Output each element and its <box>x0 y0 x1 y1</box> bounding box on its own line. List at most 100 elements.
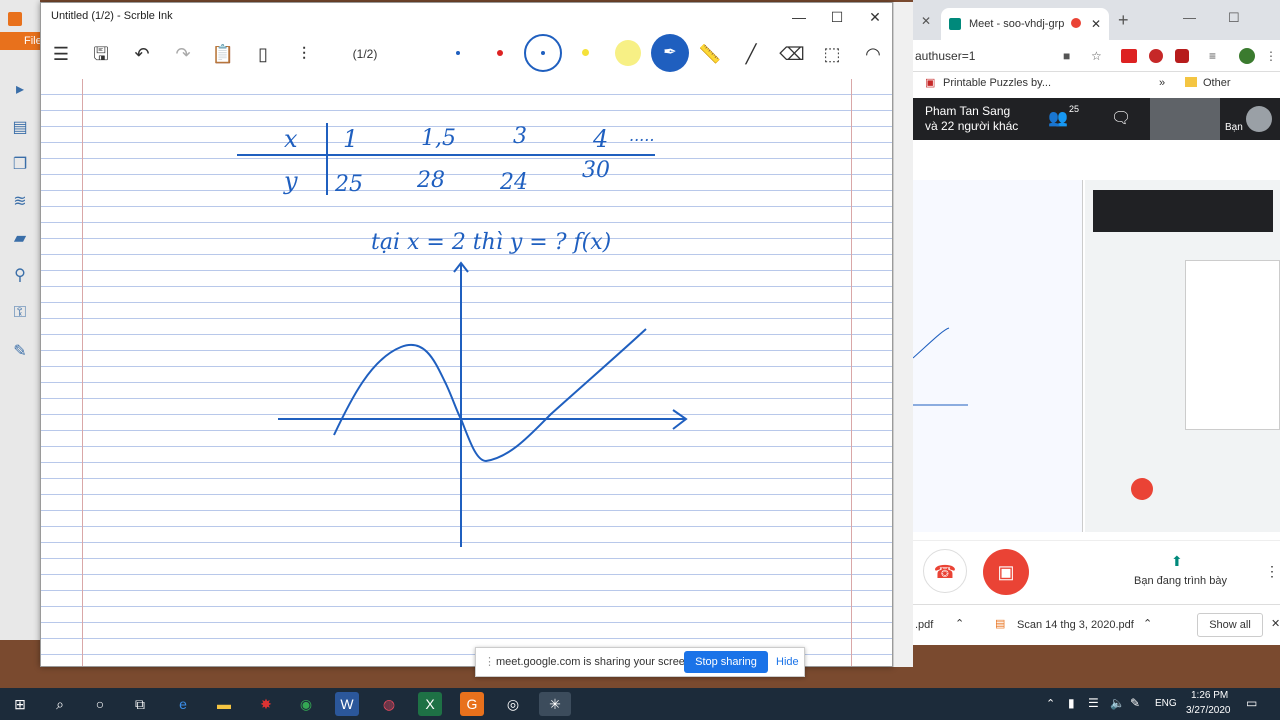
view-icon[interactable]: ◠ <box>858 39 888 69</box>
url-text: authuser=1 <box>915 49 976 63</box>
eraser-icon[interactable]: ⌫ <box>777 39 807 69</box>
clock-time[interactable]: 1:26 PM <box>1191 690 1228 701</box>
edge-icon[interactable]: e <box>171 692 195 716</box>
document-icon[interactable]: ▤ <box>10 118 30 138</box>
maximize-button[interactable]: ☐ <box>819 6 855 28</box>
y-value-2: 28 <box>416 168 445 193</box>
sign-icon[interactable]: ✎ <box>10 342 30 362</box>
app-circle-icon[interactable]: ◎ <box>501 692 525 716</box>
foxit-icon[interactable]: G <box>460 692 484 716</box>
pen-tool-icon[interactable]: ✒ <box>651 34 689 72</box>
tab-close-icon[interactable]: ✕ <box>1091 8 1101 40</box>
page-icon[interactable]: ▯ <box>248 39 278 69</box>
cortana-icon[interactable]: ○ <box>88 692 112 716</box>
chat-icon[interactable]: 🗨 <box>1111 108 1131 128</box>
bookmark-printable-puzzles[interactable]: Printable Puzzles by... <box>943 72 1051 94</box>
pen-size-small[interactable] <box>456 51 460 55</box>
menu-dots-icon[interactable]: ⋮ <box>1265 40 1277 72</box>
playlist-icon[interactable]: ≡ <box>1209 40 1216 72</box>
notebook-page[interactable]: x y 1 1,5 3 4 ..... 25 28 24 30 tại x = … <box>41 79 892 666</box>
attachment-icon[interactable]: ⚲ <box>10 266 30 286</box>
chevron-up-icon[interactable]: ⌃ <box>955 617 964 630</box>
new-tab-icon[interactable]: + <box>1118 10 1129 31</box>
camera-off-icon[interactable]: ▣ <box>983 549 1029 595</box>
notifications-icon[interactable]: ▭ <box>1246 696 1257 710</box>
arrow-right-icon[interactable]: ▸ <box>10 80 30 100</box>
download-item-1[interactable]: .pdf <box>915 619 933 631</box>
question-text: tại x = 2 thì y = ? f(x) <box>371 230 611 255</box>
tab-title: Meet - soo-vhdj-grp <box>969 18 1065 30</box>
maximize-icon[interactable]: ☐ <box>1228 10 1240 26</box>
network-icon[interactable]: ☰ <box>1088 696 1099 710</box>
clipboard-icon[interactable]: 📋 <box>208 39 238 69</box>
layers-icon[interactable]: ≋ <box>10 192 30 212</box>
selection-icon[interactable]: ⬚ <box>817 39 847 69</box>
menu-icon[interactable]: ☰ <box>46 39 76 69</box>
show-all-button[interactable]: Show all <box>1197 613 1263 637</box>
people-icon[interactable]: 👥 <box>1048 108 1068 128</box>
meet-top-bar: Pham Tan Sang và 22 người khác 👥 25 🗨 Bạ… <box>913 98 1280 140</box>
pen-color-red[interactable] <box>497 50 503 56</box>
minimize-button[interactable]: — <box>781 6 817 28</box>
bookmarks-bar: ▣ Printable Puzzles by... » Other bookma… <box>913 72 1280 111</box>
pen-color-yellow[interactable] <box>582 49 589 56</box>
word-icon[interactable]: W <box>335 692 359 716</box>
pen-icon[interactable]: ✎ <box>1130 696 1140 710</box>
profile-avatar[interactable] <box>1239 48 1255 64</box>
undo-icon[interactable]: ↶ <box>127 39 157 69</box>
lock-icon[interactable]: ⚿ <box>10 303 30 323</box>
language-indicator[interactable]: ENG <box>1155 698 1177 709</box>
download-item-2[interactable]: Scan 14 thg 3, 2020.pdf <box>1017 619 1134 631</box>
x-value-1: 1 <box>343 125 358 153</box>
participant-count: 25 <box>1069 104 1080 114</box>
volume-icon[interactable]: 🔈 <box>1110 696 1125 710</box>
ruler-icon[interactable]: 📏 <box>695 39 725 69</box>
file-menu[interactable]: File <box>0 32 42 50</box>
highlighter-yellow[interactable] <box>615 40 641 66</box>
stop-sharing-button[interactable]: Stop sharing <box>684 651 768 673</box>
handwriting-canvas: x y 1 1,5 3 4 ..... 25 28 24 30 tại x = … <box>237 123 688 547</box>
comment-icon[interactable]: ▰ <box>10 229 30 249</box>
hang-up-icon[interactable]: ☎ <box>923 549 967 593</box>
tray-chevron-icon[interactable]: ⌃ <box>1046 697 1055 710</box>
search-icon[interactable]: ⌕ <box>48 692 72 716</box>
close-button[interactable]: ✕ <box>857 6 893 28</box>
camera-icon[interactable]: ■ <box>1063 40 1070 72</box>
avatar <box>1246 106 1272 132</box>
self-view-tile[interactable] <box>1150 98 1220 140</box>
save-icon[interactable]: 🖫 <box>86 39 116 69</box>
tab-meet[interactable]: Meet - soo-vhdj-grp ✕ <box>941 8 1109 40</box>
excel-icon[interactable]: X <box>418 692 442 716</box>
zalo-icon[interactable]: ◍ <box>377 692 401 716</box>
app-red-icon[interactable]: ✸ <box>254 692 278 716</box>
scrble-ink-taskbar-icon[interactable]: ✳ <box>539 692 571 716</box>
line-icon[interactable]: ╱ <box>736 39 766 69</box>
recording-icon <box>1071 18 1081 28</box>
present-icon[interactable]: ⬆ <box>1171 553 1183 570</box>
usb-icon[interactable]: ▮ <box>1068 696 1075 710</box>
clock-date[interactable]: 3/27/2020 <box>1186 705 1231 716</box>
close-tab-icon[interactable]: ✕ <box>921 14 931 28</box>
copy-icon[interactable]: ❐ <box>10 155 30 175</box>
minimize-icon[interactable]: — <box>1183 10 1196 25</box>
hide-button[interactable]: Hide <box>776 656 799 668</box>
vertical-scrollbar[interactable] <box>893 2 913 667</box>
extension-shield-icon[interactable] <box>1175 49 1189 63</box>
task-view-icon[interactable]: ⧉ <box>128 692 152 716</box>
more-options-icon[interactable]: ⋮ <box>1265 563 1279 580</box>
redo-icon[interactable]: ↷ <box>168 39 198 69</box>
chrome-icon[interactable]: ◉ <box>294 692 318 716</box>
extension-gmail-icon[interactable] <box>1121 49 1137 63</box>
downloads-bar: .pdf ⌃ ▤ Scan 14 thg 3, 2020.pdf ⌃ Show … <box>913 604 1280 645</box>
star-icon[interactable]: ☆ <box>1091 40 1102 72</box>
windows-start-icon[interactable]: ⊞ <box>8 692 32 716</box>
bookmarks-more[interactable]: » <box>1159 72 1165 94</box>
settings-sliders-icon[interactable]: ⫶ <box>289 39 319 69</box>
drag-handle-icon[interactable]: ⋮ <box>484 655 495 668</box>
chevron-up-icon[interactable]: ⌃ <box>1143 617 1152 630</box>
file-explorer-icon[interactable]: ▬ <box>212 692 236 716</box>
address-bar[interactable]: authuser=1 ■ ☆ ≡ ⋮ <box>913 40 1280 72</box>
presenting-label[interactable]: Bạn đang trình bày <box>1134 575 1227 587</box>
extension-adblock-icon[interactable] <box>1149 49 1163 63</box>
close-downloads-icon[interactable]: ✕ <box>1271 617 1280 630</box>
